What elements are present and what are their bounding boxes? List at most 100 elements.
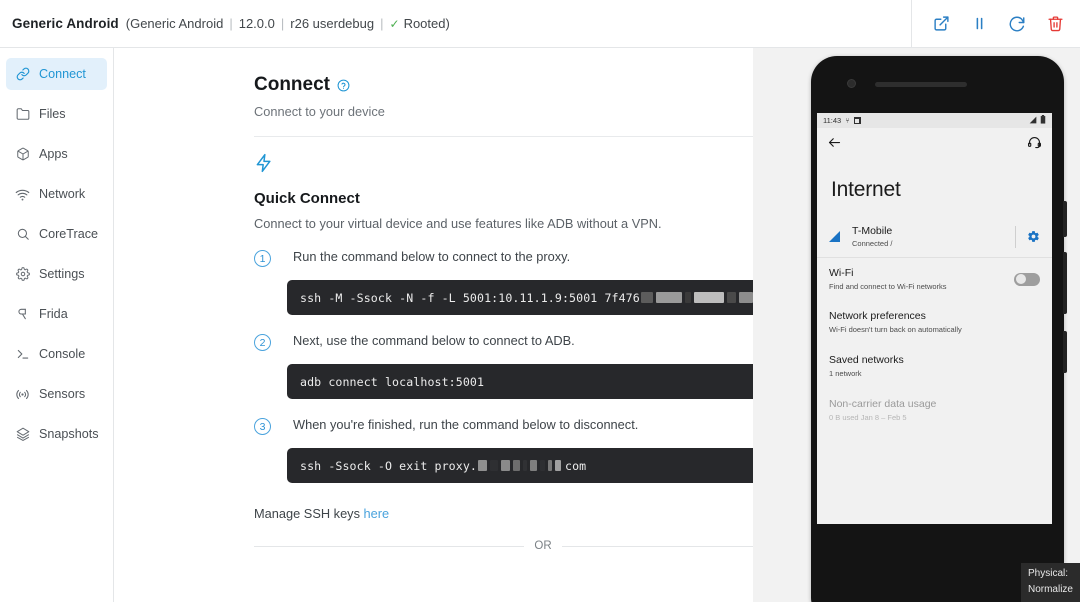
device-meta-build: r26 userdebug bbox=[290, 16, 375, 31]
top-bar: Generic Android (Generic Android | 12.0.… bbox=[0, 0, 1080, 48]
sidebar-item-label: Snapshots bbox=[39, 427, 99, 441]
carrier-name: T-Mobile bbox=[852, 225, 893, 237]
step-number-badge: 2 bbox=[254, 334, 271, 351]
device-name: Generic Android bbox=[12, 16, 119, 31]
wifi-icon bbox=[15, 187, 30, 202]
command-text-1: ssh -M -Ssock -N -f -L 5001:10.11.1.9:50… bbox=[300, 291, 753, 305]
redacted-token bbox=[640, 292, 753, 304]
physical-tooltip: Physical: Normalize bbox=[1020, 563, 1080, 602]
command-block-1[interactable]: ssh -M -Ssock -N -f -L 5001:10.11.1.9:50… bbox=[287, 280, 753, 315]
step-2-text: Next, use the command below to connect t… bbox=[293, 333, 575, 348]
or-separator: OR bbox=[254, 540, 753, 552]
sidebar-item-label: Settings bbox=[39, 267, 85, 281]
phone-button-1[interactable] bbox=[1063, 201, 1067, 237]
step-1: 1 Run the command below to connect to th… bbox=[254, 249, 753, 315]
check-icon: ✓ bbox=[389, 16, 400, 31]
manage-ssh-keys: Manage SSH keys here bbox=[254, 506, 753, 521]
earpiece-speaker bbox=[875, 82, 967, 87]
sidebar-item-sensors[interactable]: Sensors bbox=[6, 378, 107, 410]
back-arrow-icon[interactable] bbox=[827, 135, 842, 155]
phone-screen[interactable]: 11:43 ⑂ Internet T-Mobile Connected / Wi… bbox=[817, 113, 1052, 524]
step-2: 2 Next, use the command below to connect… bbox=[254, 333, 753, 399]
sidebar-item-snapshots[interactable]: Snapshots bbox=[6, 418, 107, 450]
sync-icon: ⑂ bbox=[845, 116, 850, 125]
sidebar-item-coretrace[interactable]: CoreTrace bbox=[6, 218, 107, 250]
carrier-info: T-Mobile Connected / bbox=[852, 225, 892, 248]
open-external-button[interactable] bbox=[922, 1, 960, 47]
carrier-status: Connected / bbox=[852, 239, 893, 248]
sidebar-item-connect[interactable]: Connect bbox=[6, 58, 107, 90]
wifi-toggle[interactable] bbox=[1014, 272, 1040, 286]
phone-button-3[interactable] bbox=[1063, 331, 1067, 373]
headset-icon[interactable] bbox=[1027, 135, 1042, 155]
android-app-bar bbox=[817, 128, 1052, 162]
redacted-token bbox=[478, 460, 564, 472]
meta-separator-3: | bbox=[380, 16, 384, 31]
sidebar-item-label: Console bbox=[39, 347, 86, 361]
wifi-subtitle: Find and connect to Wi-Fi networks bbox=[829, 282, 947, 291]
terminal-icon bbox=[15, 347, 30, 362]
app-window: Generic Android (Generic Android | 12.0.… bbox=[0, 0, 1080, 602]
rooted-label: Rooted) bbox=[403, 16, 450, 31]
status-time: 11:43 bbox=[823, 116, 842, 125]
step-1-head: 1 Run the command below to connect to th… bbox=[254, 249, 753, 267]
command-text-3: ssh -Ssock -O exit proxy. com bbox=[300, 458, 587, 473]
command-text-2: adb connect localhost:5001 bbox=[300, 374, 485, 389]
section-subtitle: Connect to your virtual device and use f… bbox=[254, 216, 662, 231]
device-meta-model: (Generic Android bbox=[125, 16, 224, 31]
main-content: Connect Connect to your device Quick Con… bbox=[114, 48, 753, 602]
sidebar-item-label: Connect bbox=[39, 67, 86, 81]
tooltip-line-1: Physical: bbox=[1027, 568, 1068, 579]
manage-ssh-keys-link[interactable]: here bbox=[364, 506, 390, 521]
page-title-row: Connect bbox=[254, 74, 753, 96]
sidebar-item-label: Frida bbox=[39, 307, 68, 321]
manage-ssh-keys-label: Manage SSH keys bbox=[254, 506, 364, 521]
sidebar-item-label: Files bbox=[39, 107, 66, 121]
row-divider bbox=[1015, 225, 1016, 248]
command-block-2[interactable]: adb connect localhost:5001 bbox=[287, 364, 753, 399]
lightning-bolt-icon bbox=[254, 153, 753, 178]
sidebar-item-settings[interactable]: Settings bbox=[6, 258, 107, 290]
sidebar-item-network[interactable]: Network bbox=[6, 178, 107, 210]
section-title: Quick Connect bbox=[254, 190, 360, 207]
step-2-head: 2 Next, use the command below to connect… bbox=[254, 333, 753, 351]
carrier-row[interactable]: T-Mobile Connected / bbox=[817, 216, 1052, 258]
command-block-3[interactable]: ssh -Ssock -O exit proxy. com bbox=[287, 448, 753, 483]
notification-icon bbox=[853, 117, 861, 124]
help-circle-icon[interactable] bbox=[337, 79, 350, 92]
network-preferences-row[interactable]: Network preferences Wi-Fi doesn't turn b… bbox=[817, 300, 1052, 344]
sidebar-item-console[interactable]: Console bbox=[6, 338, 107, 370]
sidebar: Connect Files Apps Network CoreTrace Set… bbox=[0, 48, 114, 602]
phone-button-2[interactable] bbox=[1063, 252, 1067, 314]
saved-networks-row[interactable]: Saved networks 1 network bbox=[817, 344, 1052, 388]
wifi-row[interactable]: Wi-Fi Find and connect to Wi-Fi networks bbox=[817, 258, 1052, 300]
or-line-right bbox=[561, 545, 753, 547]
sidebar-item-apps[interactable]: Apps bbox=[6, 138, 107, 170]
sidebar-item-label: CoreTrace bbox=[39, 227, 99, 241]
restart-button[interactable] bbox=[998, 1, 1036, 47]
layers-icon bbox=[15, 427, 30, 442]
wifi-title: Wi-Fi bbox=[829, 267, 854, 279]
sidebar-item-files[interactable]: Files bbox=[6, 98, 107, 130]
phone-frame: 11:43 ⑂ Internet T-Mobile Connected / Wi… bbox=[811, 56, 1067, 602]
step-1-text: Run the command below to connect to the … bbox=[293, 249, 571, 264]
sidebar-item-label: Network bbox=[39, 187, 86, 201]
broadcast-icon bbox=[15, 387, 30, 402]
delete-button[interactable] bbox=[1036, 1, 1074, 47]
or-label: OR bbox=[534, 540, 552, 552]
link-icon bbox=[15, 67, 30, 82]
device-title-group: Generic Android (Generic Android | 12.0.… bbox=[0, 16, 450, 31]
step-3: 3 When you're finished, run the command … bbox=[254, 417, 753, 483]
battery-icon bbox=[1040, 115, 1046, 126]
pause-button[interactable] bbox=[960, 1, 998, 47]
or-line-left bbox=[254, 545, 525, 547]
rooted-status: ✓ Rooted) bbox=[390, 16, 450, 31]
data-usage-row[interactable]: Non-carrier data usage 0 B used Jan 8 – … bbox=[817, 388, 1052, 432]
gear-icon[interactable] bbox=[1027, 230, 1040, 243]
sidebar-item-frida[interactable]: Frida bbox=[6, 298, 107, 330]
page-title: Connect bbox=[254, 74, 330, 95]
saved-networks-subtitle: 1 network bbox=[829, 369, 862, 378]
phone-top-bezel bbox=[811, 56, 1064, 113]
frida-icon bbox=[15, 307, 30, 322]
sidebar-item-label: Sensors bbox=[39, 387, 86, 401]
